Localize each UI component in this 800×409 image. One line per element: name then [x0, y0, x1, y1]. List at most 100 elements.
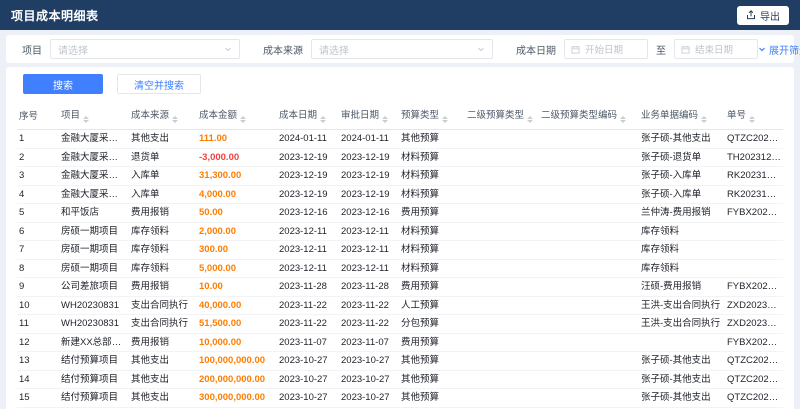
table-cell [539, 222, 639, 241]
column-header[interactable]: 审批日期 [339, 101, 399, 130]
sort-icon[interactable] [620, 116, 627, 123]
table-row[interactable]: 3金融大厦采购项目入库单31,300.002023-12-192023-12-1… [17, 166, 783, 186]
table-cell: 费用预算 [399, 203, 465, 223]
table-cell: 2023-11-22 [277, 296, 339, 315]
column-header-label: 成本日期 [279, 110, 318, 121]
column-header[interactable]: 项目 [59, 101, 129, 130]
table-cell: 2023-11-28 [277, 277, 339, 297]
table-cell: 人工预算 [399, 296, 465, 315]
table-cell: 支出合同执行 [129, 314, 197, 334]
column-header[interactable]: 成本日期 [277, 101, 339, 130]
sort-icon[interactable] [382, 116, 389, 123]
table-row[interactable]: 8 房硕一期项目 库存领料 5,000.00 2023-12-11 2023-12-11 材… [17, 259, 783, 278]
table-cell [725, 259, 783, 278]
table-row[interactable]: 15 结付预算项目 其他支出 300,000,000.00 2023-10-27 2023… [17, 388, 783, 408]
table-cell: 2023-10-27 [277, 370, 339, 389]
column-header[interactable]: 单号 [725, 101, 783, 130]
expand-filters-label: 展开筛选 [769, 45, 800, 57]
table-cell [539, 203, 639, 223]
table-cell [465, 296, 539, 315]
table-cell: WH20230831 [59, 314, 129, 334]
table-cell: FYBX20231128001 [725, 277, 783, 297]
table-cell: ZXD20231122001 [725, 314, 783, 334]
cost-source-select[interactable]: 请选择 [311, 39, 493, 59]
column-header[interactable]: 成本来源 [129, 101, 197, 130]
table-cell: 费用报销 [129, 277, 197, 297]
table-row[interactable]: 9 公司差旅项目 费用报销 10.00 2023-11-28 2023-11-28 费用预算… [17, 277, 783, 297]
table-cell: 张子硕-入库单 [639, 185, 725, 204]
table-row[interactable]: 13 结付预算项目 其他支出 100,000,000.00 2023-10-27 2023… [17, 351, 783, 371]
table-cell [465, 240, 539, 260]
table-cell: 其他支出 [129, 351, 197, 371]
table-cell: 111.00 [197, 129, 277, 149]
sort-icon[interactable] [240, 116, 247, 123]
table-cell [539, 277, 639, 297]
table-cell [539, 166, 639, 186]
sort-icon[interactable] [701, 116, 708, 123]
table-row[interactable]: 5 和平饭店 费用报销 50.00 2023-12-16 2023-12-16 费用预算 兰仲… [17, 203, 783, 223]
clear-and-search-button[interactable]: 清空并搜索 [117, 74, 201, 94]
table-cell: 材料预算 [399, 222, 465, 241]
table-cell: 材料预算 [399, 166, 465, 186]
column-header-label: 单号 [727, 110, 747, 121]
column-header[interactable]: 预算类型 [399, 101, 465, 130]
table-row[interactable]: 1金融大厦采购项目其他支出111.002024-01-112024-01-11其… [17, 129, 783, 149]
project-select[interactable]: 请选择 [50, 39, 240, 59]
table-row[interactable]: 12新建XX总部大厦工程二期费用报销10,000.002023-11-07202… [17, 333, 783, 352]
table-cell [539, 333, 639, 352]
column-header[interactable]: 二级预算类型编码 [539, 101, 639, 130]
table-cell: 结付预算项目 [59, 388, 129, 408]
sort-icon[interactable] [172, 116, 179, 123]
filter-cost-date: 成本日期 开始日期 至 结束日期 [516, 39, 758, 59]
chevron-down-icon [225, 47, 231, 52]
topbar: 项目成本明细表 导出 [0, 0, 800, 30]
column-header-label: 业务单据编码 [641, 110, 699, 121]
table-cell: 2023-10-27 [277, 351, 339, 371]
table-cell [465, 129, 539, 149]
table-cell [539, 351, 639, 371]
column-header-label: 审批日期 [341, 110, 380, 121]
search-button[interactable]: 搜索 [23, 74, 103, 94]
table-cell: 10,000.00 [197, 333, 277, 352]
date-range-separator: 至 [656, 45, 666, 57]
table-cell: 15 [17, 388, 59, 408]
table-cell [465, 314, 539, 334]
column-header-label: 成本来源 [131, 110, 170, 121]
table-cell: 张子硕-退货单 [639, 148, 725, 167]
sort-icon[interactable] [749, 116, 756, 123]
table-cell: 王洪-支出合同执行 [639, 314, 725, 334]
table-row[interactable]: 11 WH20230831 支出合同执行 51,500.00 2023-11-22 202… [17, 314, 783, 334]
sort-icon[interactable] [320, 116, 327, 123]
column-header: 序号 [17, 101, 59, 130]
table-cell: 4 [17, 185, 59, 204]
table-cell: 库存领料 [129, 240, 197, 260]
table-cell: 2023-11-22 [339, 314, 399, 334]
table-cell: QTZC20240111001 [725, 129, 783, 149]
column-header[interactable]: 成本金额 [197, 101, 277, 130]
table-row[interactable]: 14 结付预算项目 其他支出 200,000,000.00 2023-10-27 2023… [17, 370, 783, 389]
table-row[interactable]: 2金融大厦采购项目退货单-3,000.002023-12-192023-12-1… [17, 148, 783, 167]
column-header[interactable]: 二级预算类型 [465, 101, 539, 130]
table-cell [539, 129, 639, 149]
table-row[interactable]: 4金融大厦采购项目入库单4,000.002023-12-192023-12-19… [17, 185, 783, 204]
table-cell: 2023-11-22 [277, 314, 339, 334]
table-cell: 张子硕-其他支出 [639, 370, 725, 389]
table-row[interactable]: 6 房硕一期项目 库存领料 2,000.00 2023-12-11 2023-12-11 材… [17, 222, 783, 241]
table-cell [539, 388, 639, 408]
sort-icon[interactable] [527, 116, 534, 123]
column-header[interactable]: 业务单据编码 [639, 101, 725, 130]
table-row[interactable]: 10 WH20230831 支出合同执行 40,000.00 2023-11-22 202… [17, 296, 783, 315]
export-button[interactable]: 导出 [737, 5, 789, 25]
start-date-input[interactable]: 开始日期 [564, 39, 648, 59]
table-cell: 5 [17, 203, 59, 223]
sort-icon[interactable] [83, 116, 90, 123]
sort-icon[interactable] [442, 116, 449, 123]
table-cell: WH20230831 [59, 296, 129, 315]
table-row[interactable]: 7 房硕一期项目 库存领料 300.00 2023-12-11 2023-12-11 材料预… [17, 240, 783, 260]
end-date-input[interactable]: 结束日期 [674, 39, 758, 59]
table-cell: 4,000.00 [197, 185, 277, 204]
table-cell: FYBX20231107001 [725, 333, 783, 352]
expand-filters-link[interactable]: 展开筛选 [758, 42, 800, 57]
table-cell: RK20231219002 [725, 185, 783, 204]
page-title: 项目成本明细表 [11, 8, 99, 23]
